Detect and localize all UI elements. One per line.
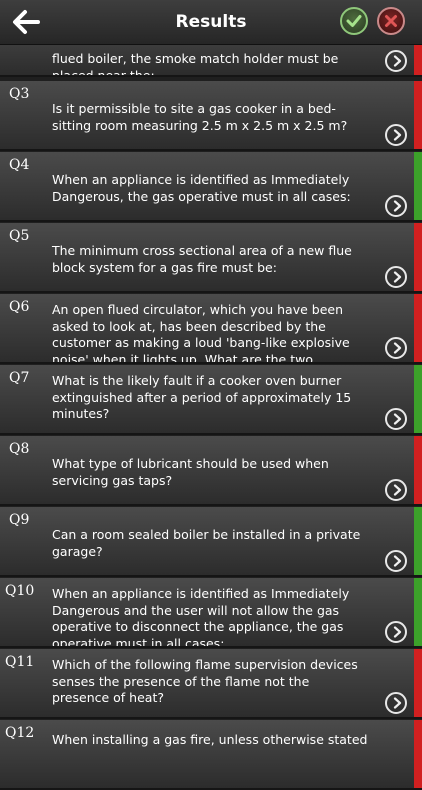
question-text: When installing a gas fire, unless other…	[52, 732, 368, 747]
question-row[interactable]: Q11 Which of the following flame supervis…	[0, 649, 422, 719]
question-text: When an appliance is identified as Immed…	[52, 172, 351, 204]
details-button[interactable]	[385, 195, 407, 217]
question-row[interactable]: Q3 Is it permissible to site a gas cooker…	[0, 81, 422, 151]
wrong-indicator	[414, 81, 422, 149]
question-text: Can a room sealed boiler be installed in…	[52, 527, 361, 559]
correct-indicator	[414, 152, 422, 220]
chevron-right-icon	[393, 484, 402, 496]
wrong-indicator	[414, 294, 422, 362]
details-button[interactable]	[385, 550, 407, 572]
question-row[interactable]: Q8 What type of lubricant should be used …	[0, 436, 422, 506]
question-text: Is it permissible to site a gas cooker i…	[52, 101, 348, 133]
correct-indicator	[414, 578, 422, 646]
wrong-indicator	[414, 649, 422, 717]
chevron-right-icon	[393, 626, 402, 638]
wrong-indicator	[414, 223, 422, 291]
question-number: Q8	[9, 441, 30, 457]
wrong-indicator	[414, 436, 422, 504]
correct-indicator	[414, 365, 422, 433]
question-number: Q6	[9, 299, 30, 315]
close-icon	[385, 15, 397, 27]
question-number: Q5	[9, 228, 30, 244]
chevron-right-icon	[393, 413, 402, 425]
details-button[interactable]	[385, 124, 407, 146]
question-row[interactable]: Q12 When installing a gas fire, unless ot…	[0, 720, 422, 790]
question-text: An open flued circulator, which you have…	[52, 302, 350, 364]
chevron-right-icon	[393, 129, 402, 141]
question-row[interactable]: Q9 Can a room sealed boiler be installed …	[0, 507, 422, 577]
question-number: Q9	[9, 512, 30, 528]
chevron-right-icon	[393, 55, 402, 67]
check-icon	[346, 15, 362, 27]
details-button[interactable]	[385, 692, 407, 714]
question-text: The minimum cross sectional area of a ne…	[52, 243, 352, 275]
question-text: Which of the following flame supervision…	[52, 657, 358, 705]
header-bar: Results	[0, 0, 422, 45]
question-text: When an appliance is identified as Immed…	[52, 586, 350, 648]
chevron-right-icon	[393, 200, 402, 212]
wrong-indicator	[414, 720, 422, 788]
chevron-right-icon	[393, 555, 402, 567]
question-row[interactable]: Q5 The minimum cross sectional area of a …	[0, 223, 422, 293]
details-button[interactable]	[385, 266, 407, 288]
question-text: What type of lubricant should be used wh…	[52, 456, 329, 488]
question-row[interactable]: Q7 What is the likely fault if a cooker o…	[0, 365, 422, 435]
correct-indicator	[414, 507, 422, 575]
question-row[interactable]: Q6 An open flued circulator, which you ha…	[0, 294, 422, 364]
question-text: flued boiler, the smoke match holder mus…	[52, 51, 339, 77]
details-button[interactable]	[385, 408, 407, 430]
details-button[interactable]	[385, 50, 407, 72]
question-row[interactable]: Q10 When an appliance is identified as Im…	[0, 578, 422, 648]
question-number: Q12	[5, 725, 35, 741]
chevron-right-icon	[393, 271, 402, 283]
reject-button[interactable]	[377, 7, 405, 35]
question-number: Q10	[5, 583, 35, 599]
question-row[interactable]: Q4 When an appliance is identified as Imm…	[0, 152, 422, 222]
accept-button[interactable]	[340, 7, 368, 35]
question-number: Q11	[5, 654, 35, 670]
chevron-right-icon	[393, 697, 402, 709]
details-button[interactable]	[385, 621, 407, 643]
details-button[interactable]	[385, 479, 407, 501]
question-number: Q4	[9, 157, 30, 173]
chevron-right-icon	[393, 342, 402, 354]
details-button[interactable]	[385, 337, 407, 359]
question-number: Q3	[9, 86, 30, 102]
question-number: Q7	[9, 370, 30, 386]
question-text: What is the likely fault if a cooker ove…	[52, 373, 352, 421]
